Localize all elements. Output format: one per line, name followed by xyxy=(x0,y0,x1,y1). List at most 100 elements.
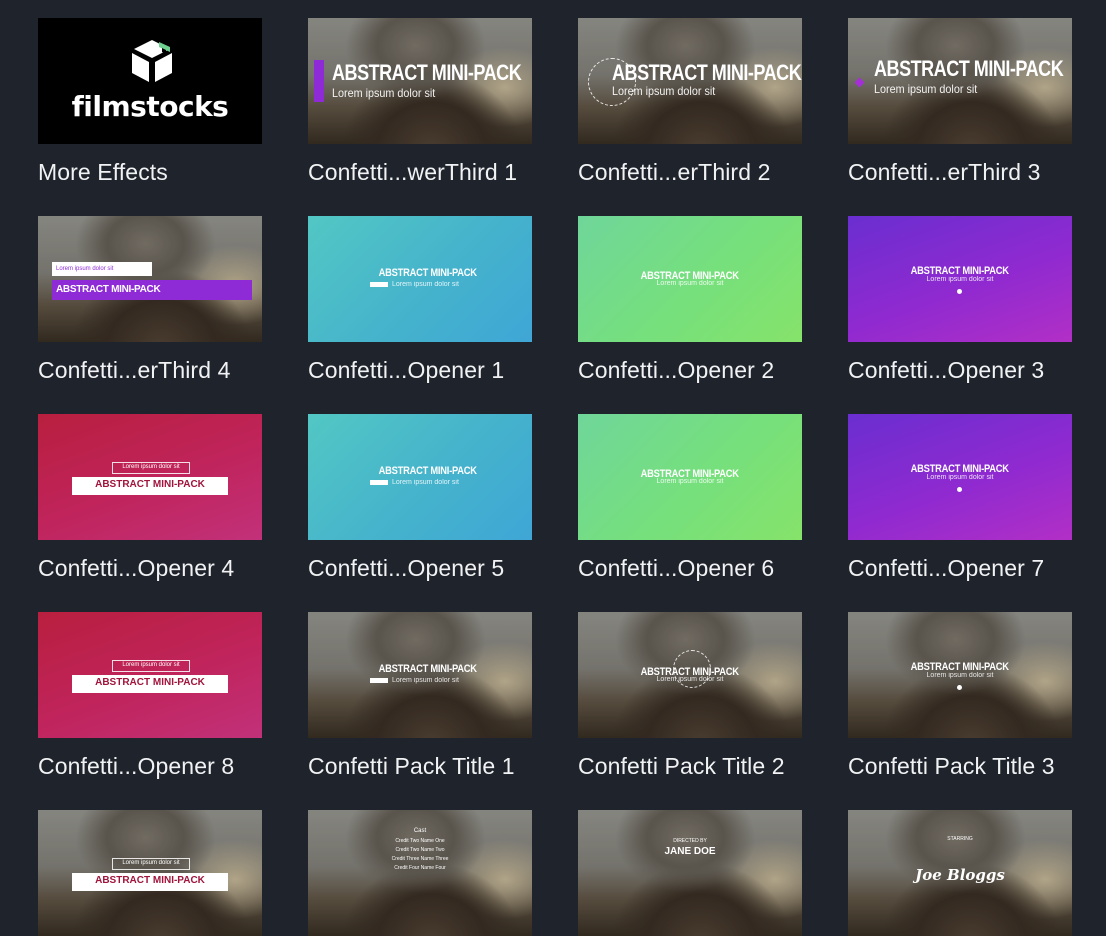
accent-bar xyxy=(314,60,324,102)
effect-thumbnail[interactable]: ABSTRACT MINI-PACK Lorem ipsum dolor sit xyxy=(848,18,1072,144)
effect-label: Confetti...werThird 1 xyxy=(308,159,518,185)
effect-tile-lowerthird-1[interactable]: ABSTRACT MINI-PACK Lorem ipsum dolor sit… xyxy=(308,18,532,185)
effect-thumbnail[interactable]: Lorem ipsum dolor sit ABSTRACT MINI-PACK xyxy=(38,216,262,342)
effects-browser-grid: filmstocks More Effects ABSTRACT MINI-PA… xyxy=(0,0,1106,936)
effect-tile-title-1[interactable]: ABSTRACT MINI-PACK Lorem ipsum dolor sit… xyxy=(308,612,532,779)
effect-thumbnail[interactable]: ABSTRACT MINI-PACK Lorem ipsum dolor sit xyxy=(578,612,802,738)
overlay-subtitle: Lorem ipsum dolor sit xyxy=(112,462,190,474)
effect-thumbnail[interactable]: Lorem ipsum dolor sit ABSTRACT MINI-PACK xyxy=(38,414,262,540)
credit-line: Credit Two Name Two xyxy=(395,847,445,853)
overlay-subtitle: STARRING xyxy=(947,836,973,842)
effect-tile-opener-2[interactable]: ABSTRACT MINI-PACK Lorem ipsum dolor sit… xyxy=(578,216,802,383)
overlay-subtitle: Lorem ipsum dolor sit xyxy=(656,280,724,287)
effect-tile-opener-3[interactable]: ABSTRACT MINI-PACK Lorem ipsum dolor sit… xyxy=(848,216,1072,383)
effect-thumbnail[interactable]: ABSTRACT MINI-PACK Lorem ipsum dolor sit xyxy=(848,612,1072,738)
diamond-icon xyxy=(854,77,865,88)
credit-line: Credit Four Name Four xyxy=(394,865,446,871)
effect-label: Confetti Pack Title 2 xyxy=(578,753,785,779)
overlay-subtitle: Lorem ipsum dolor sit xyxy=(926,474,994,481)
effect-thumbnail[interactable]: filmstocks xyxy=(38,18,262,144)
effect-label: Confetti...Opener 8 xyxy=(38,753,235,779)
overlay-title: ABSTRACT MINI-PACK xyxy=(332,60,522,85)
effect-thumbnail[interactable]: ABSTRACT MINI-PACK Lorem ipsum dolor sit xyxy=(848,216,1072,342)
effect-label: Confetti...Opener 3 xyxy=(848,357,1045,383)
effect-label: Confetti...erThird 4 xyxy=(38,357,231,383)
effect-thumbnail[interactable]: ABSTRACT MINI-PACK Lorem ipsum dolor sit xyxy=(308,414,532,540)
accent-bar xyxy=(370,480,388,485)
overlay-subtitle: Lorem ipsum dolor sit xyxy=(874,82,978,96)
effect-thumbnail[interactable]: ABSTRACT MINI-PACK Lorem ipsum dolor sit xyxy=(578,216,802,342)
effect-tile-opener-8[interactable]: Lorem ipsum dolor sit ABSTRACT MINI-PACK… xyxy=(38,612,262,779)
effect-thumbnail[interactable]: ABSTRACT MINI-PACK Lorem ipsum dolor sit xyxy=(308,612,532,738)
effect-label: Confetti Pack Title 3 xyxy=(848,753,1055,779)
overlay-subtitle: Lorem ipsum dolor sit xyxy=(392,677,459,684)
overlay-title: ABSTRACT MINI-PACK xyxy=(612,60,802,85)
overlay-title: Joe Bloggs xyxy=(915,866,1005,884)
effect-thumbnail[interactable]: Lorem ipsum dolor sit ABSTRACT MINI-PACK xyxy=(38,612,262,738)
filmstocks-wordmark: filmstocks xyxy=(71,90,229,123)
overlay-title: ABSTRACT MINI-PACK xyxy=(874,56,1064,81)
effect-thumbnail[interactable]: ABSTRACT MINI-PACK Lorem ipsum dolor sit xyxy=(308,18,532,144)
effect-tile-lowerthird-2[interactable]: ABSTRACT MINI-PACK Lorem ipsum dolor sit… xyxy=(578,18,802,185)
effect-thumbnail[interactable]: ABSTRACT MINI-PACK Lorem ipsum dolor sit xyxy=(578,414,802,540)
overlay-subtitle: Lorem ipsum dolor sit xyxy=(926,672,994,679)
effect-tile-title-2[interactable]: ABSTRACT MINI-PACK Lorem ipsum dolor sit… xyxy=(578,612,802,779)
effect-tile-opener-7[interactable]: ABSTRACT MINI-PACK Lorem ipsum dolor sit… xyxy=(848,414,1072,581)
effect-thumbnail[interactable]: ABSTRACT MINI-PACK Lorem ipsum dolor sit xyxy=(848,414,1072,540)
effect-tile-opener-1[interactable]: ABSTRACT MINI-PACK Lorem ipsum dolor sit… xyxy=(308,216,532,383)
effect-tile-more-effects[interactable]: filmstocks More Effects xyxy=(38,18,262,185)
accent-bar xyxy=(370,678,388,683)
effect-tile-row5-2[interactable]: Cast Credit Two Name One Credit Two Name… xyxy=(308,810,532,936)
overlay-subtitle: Lorem ipsum dolor sit xyxy=(656,676,724,683)
overlay-subtitle: Lorem ipsum dolor sit xyxy=(112,858,190,870)
overlay-title: ABSTRACT MINI-PACK xyxy=(72,675,228,693)
overlay-subtitle: Lorem ipsum dolor sit xyxy=(392,479,459,486)
dot-icon xyxy=(957,685,962,690)
effect-tile-opener-5[interactable]: ABSTRACT MINI-PACK Lorem ipsum dolor sit… xyxy=(308,414,532,581)
overlay-subtitle: Lorem ipsum dolor sit xyxy=(392,281,459,288)
effect-thumbnail[interactable]: DIRECTED BY JANE DOE xyxy=(578,810,802,936)
overlay-subtitle: DIRECTED BY xyxy=(673,838,707,844)
effect-label: Confetti...Opener 6 xyxy=(578,555,775,581)
overlay-subtitle: Lorem ipsum dolor sit xyxy=(112,660,190,672)
filmstocks-logo-icon xyxy=(132,40,172,82)
overlay-title: JANE DOE xyxy=(664,846,716,857)
overlay-title: ABSTRACT MINI-PACK xyxy=(72,873,228,891)
dot-icon xyxy=(957,289,962,294)
credit-line: Credit Two Name One xyxy=(395,838,445,844)
effect-tile-title-3[interactable]: ABSTRACT MINI-PACK Lorem ipsum dolor sit… xyxy=(848,612,1072,779)
effect-label: Confetti...Opener 7 xyxy=(848,555,1045,581)
effect-label: Confetti...Opener 5 xyxy=(308,555,505,581)
effect-tile-row5-4[interactable]: STARRING Joe Bloggs xyxy=(848,810,1072,936)
effect-thumbnail[interactable]: Lorem ipsum dolor sit ABSTRACT MINI-PACK xyxy=(38,810,262,936)
effect-label: Confetti...Opener 1 xyxy=(308,357,505,383)
effect-thumbnail[interactable]: Cast Credit Two Name One Credit Two Name… xyxy=(308,810,532,936)
overlay-subtitle: Lorem ipsum dolor sit xyxy=(52,262,152,276)
effect-label: Confetti...Opener 2 xyxy=(578,357,775,383)
effect-tile-opener-4[interactable]: Lorem ipsum dolor sit ABSTRACT MINI-PACK… xyxy=(38,414,262,581)
accent-bar xyxy=(370,282,388,287)
effect-label: Confetti...Opener 4 xyxy=(38,555,235,581)
effect-tile-opener-6[interactable]: ABSTRACT MINI-PACK Lorem ipsum dolor sit… xyxy=(578,414,802,581)
effect-label: More Effects xyxy=(38,159,168,185)
overlay-subtitle: Lorem ipsum dolor sit xyxy=(332,86,436,100)
effect-thumbnail[interactable]: ABSTRACT MINI-PACK Lorem ipsum dolor sit xyxy=(578,18,802,144)
overlay-subtitle: Lorem ipsum dolor sit xyxy=(656,478,724,485)
effect-tile-lowerthird-3[interactable]: ABSTRACT MINI-PACK Lorem ipsum dolor sit… xyxy=(848,18,1072,185)
effect-label: Confetti...erThird 3 xyxy=(848,159,1041,185)
effect-label: Confetti...erThird 2 xyxy=(578,159,771,185)
effect-tile-row5-1[interactable]: Lorem ipsum dolor sit ABSTRACT MINI-PACK xyxy=(38,810,262,936)
effect-tile-row5-3[interactable]: DIRECTED BY JANE DOE xyxy=(578,810,802,936)
overlay-title: Cast xyxy=(413,828,427,834)
dot-icon xyxy=(957,487,962,492)
overlay-title: ABSTRACT MINI-PACK xyxy=(378,465,477,477)
overlay-title: ABSTRACT MINI-PACK xyxy=(378,663,477,675)
overlay-title: ABSTRACT MINI-PACK xyxy=(52,280,252,300)
overlay-title: ABSTRACT MINI-PACK xyxy=(72,477,228,495)
effect-label: Confetti Pack Title 1 xyxy=(308,753,515,779)
effect-tile-lowerthird-4[interactable]: Lorem ipsum dolor sit ABSTRACT MINI-PACK… xyxy=(38,216,262,383)
overlay-title: ABSTRACT MINI-PACK xyxy=(378,267,477,279)
effect-thumbnail[interactable]: STARRING Joe Bloggs xyxy=(848,810,1072,936)
effect-thumbnail[interactable]: ABSTRACT MINI-PACK Lorem ipsum dolor sit xyxy=(308,216,532,342)
overlay-subtitle: Lorem ipsum dolor sit xyxy=(926,276,994,283)
